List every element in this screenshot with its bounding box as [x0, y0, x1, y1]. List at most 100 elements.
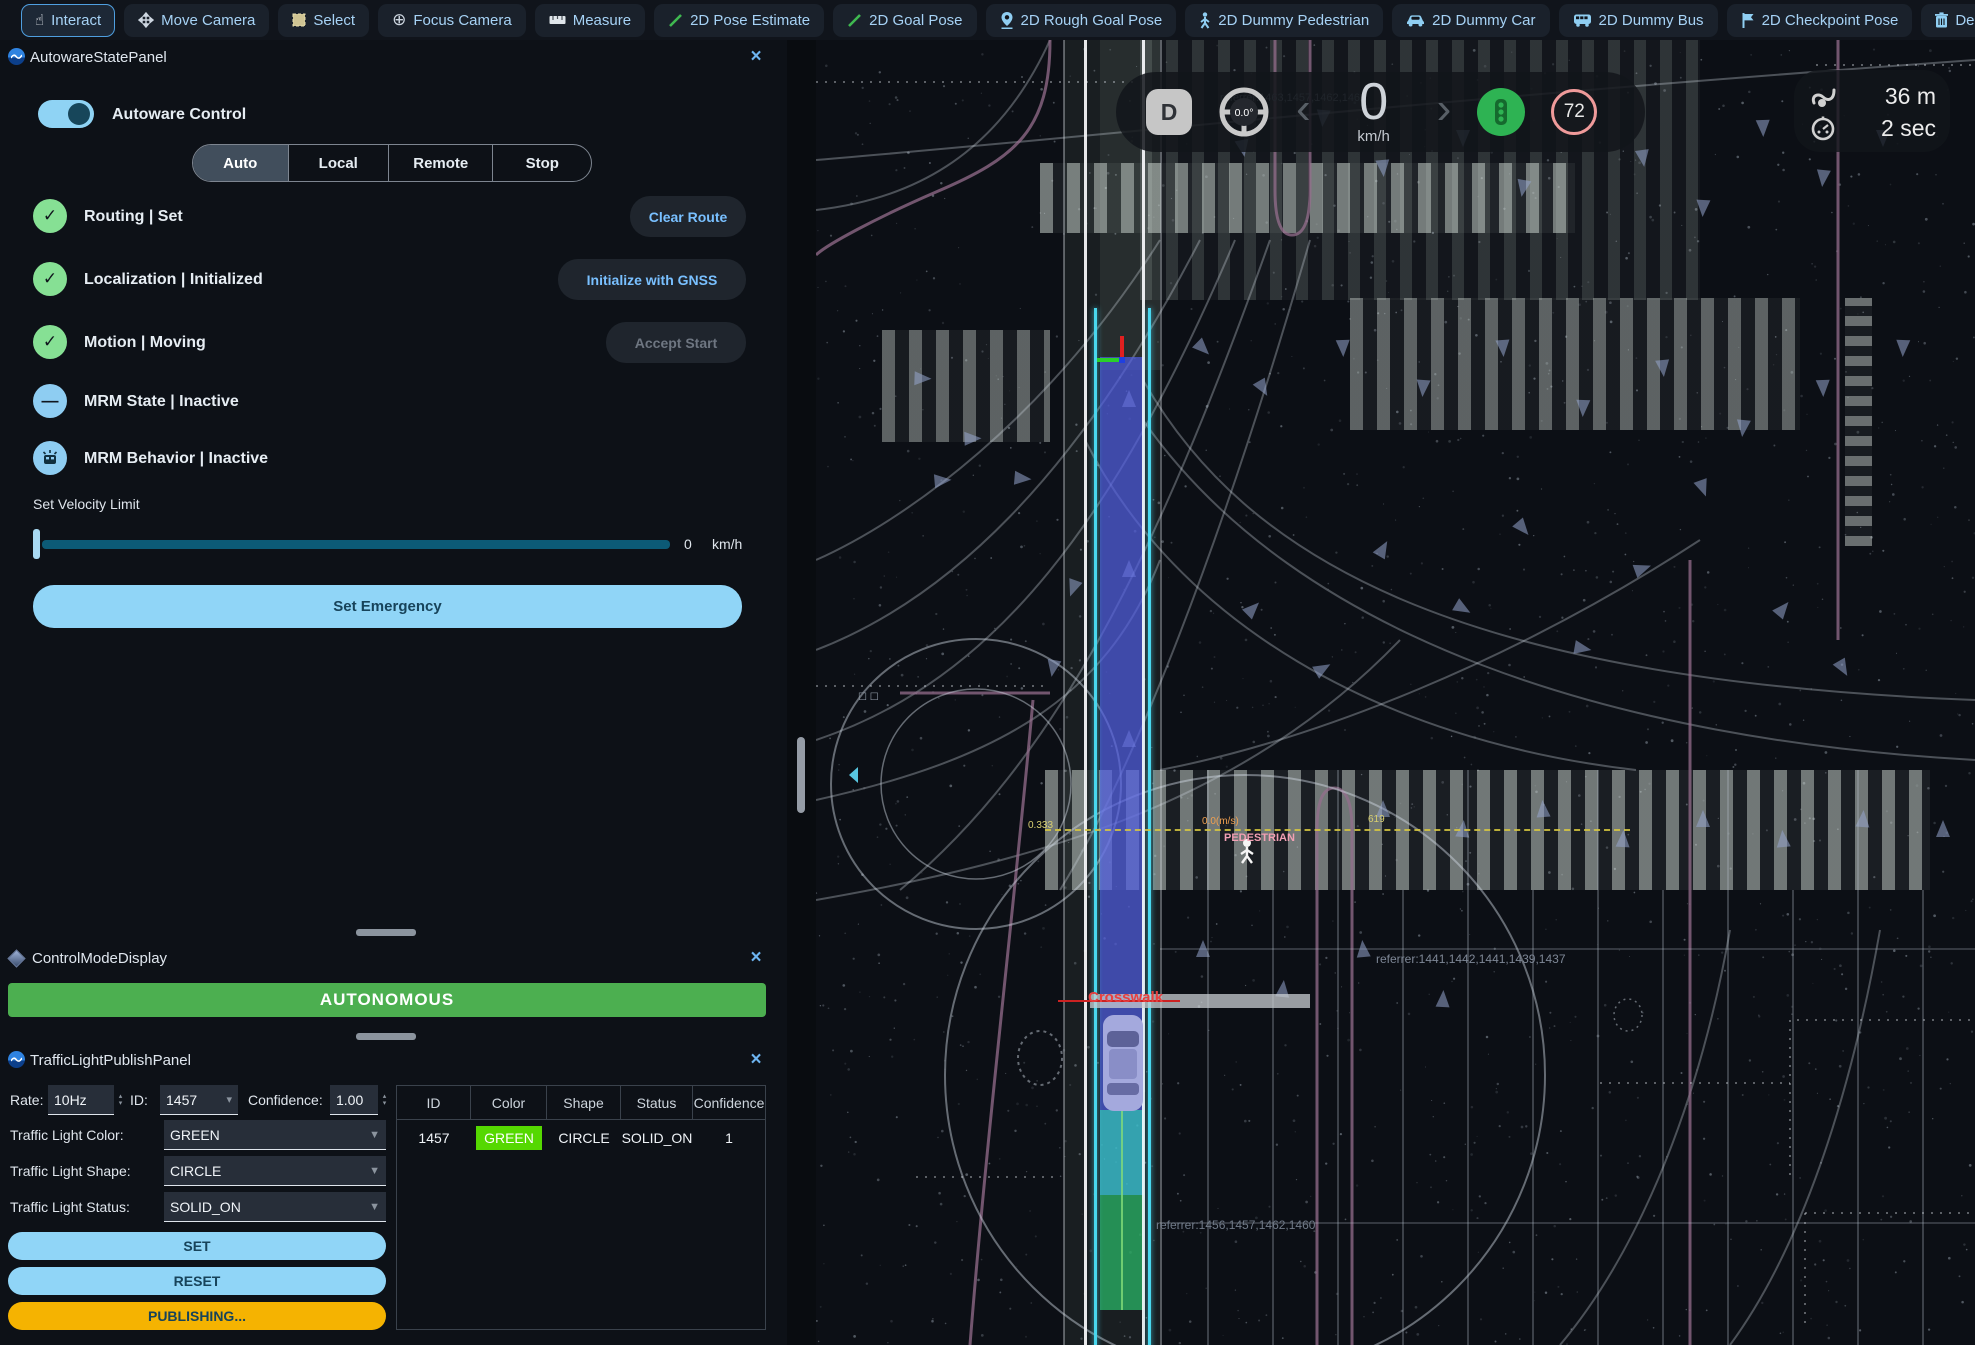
toolbar-button-label: Move Camera — [161, 12, 255, 29]
route-distance-icon — [1810, 84, 1838, 108]
trash-icon — [1935, 12, 1948, 28]
eta-value: 2 sec — [1881, 115, 1936, 142]
state-panel-close-icon[interactable]: × — [745, 46, 767, 68]
toolbar-button-2d-rough-goal-pose[interactable]: 2D Rough Goal Pose — [986, 4, 1177, 37]
initialize-gnss-button[interactable]: Initialize with GNSS — [558, 259, 746, 300]
pedestrian-tag: PEDESTRIAN — [1224, 832, 1295, 844]
interact-icon: ☝ — [35, 12, 44, 29]
bus-icon — [1573, 13, 1592, 27]
mrm-behavior-status-label: MRM Behavior | Inactive — [84, 450, 268, 468]
toolbar-button-label: 2D Dummy Pedestrian — [1218, 12, 1369, 29]
toolbar-button-2d-checkpoint-pose[interactable]: 2D Checkpoint Pose — [1727, 4, 1913, 37]
ped-right-number: 619 — [1368, 814, 1385, 825]
cell-id: 1457 — [397, 1130, 471, 1146]
toolbar-button-2d-dummy-bus[interactable]: 2D Dummy Bus — [1559, 4, 1718, 37]
distance-value: 36 m — [1885, 83, 1936, 110]
control-mode-close-icon[interactable]: × — [745, 947, 767, 969]
traffic-panel-close-icon[interactable]: × — [745, 1049, 767, 1071]
toolbar-button-2d-dummy-car[interactable]: 2D Dummy Car — [1392, 4, 1549, 37]
mode-tab-stop[interactable]: Stop — [493, 145, 591, 181]
traffic-table-header-id: ID — [397, 1086, 471, 1119]
toolbar-button-label: Delete All Objects — [1955, 12, 1975, 29]
traffic-table-header-status: Status — [621, 1086, 693, 1119]
toolbar-button-move-camera[interactable]: Move Camera — [124, 4, 269, 37]
ped-speed-label: 0.0(m/s) — [1202, 816, 1239, 827]
traffic-light-table: IDColorShapeStatusConfidence 1457 GREEN … — [396, 1085, 766, 1330]
gizmo-z-dot — [1119, 357, 1125, 363]
toolbar-button-delete-all-objects[interactable]: Delete All Objects — [1921, 4, 1975, 37]
toolbar-button-select[interactable]: Select — [278, 4, 369, 37]
panel-drag-handle[interactable] — [356, 929, 416, 936]
toolbar-button-2d-pose-estimate[interactable]: 2D Pose Estimate — [654, 4, 824, 37]
cell-confidence: 1 — [693, 1130, 765, 1146]
mode-tab-local[interactable]: Local — [289, 145, 390, 181]
clear-route-button[interactable]: Clear Route — [630, 196, 746, 237]
toggle-knob — [68, 103, 90, 125]
traffic-color-dropdown[interactable]: GREEN▼ — [164, 1120, 386, 1150]
pose-estimate-icon — [668, 13, 683, 28]
rate-spinner-arrows[interactable]: ▴▾ — [114, 1085, 127, 1115]
control-mode-panel-title: ControlModeDisplay — [32, 950, 167, 967]
toolbar-button-label: 2D Checkpoint Pose — [1762, 12, 1899, 29]
reset-button[interactable]: RESET — [8, 1267, 386, 1295]
speed-down-chevron-icon[interactable]: ‹ — [1296, 87, 1311, 131]
splitter-handle[interactable] — [797, 737, 805, 813]
cell-shape: CIRCLE — [547, 1130, 621, 1146]
lane-geometry — [816, 40, 1975, 1345]
velocity-slider-handle[interactable] — [33, 529, 40, 559]
autoware-logo-icon-2 — [8, 1051, 25, 1068]
autoware-control-label: Autoware Control — [112, 106, 246, 124]
map-viewport[interactable]: Crosswalk referrer:1463,1457,1462,1462 r… — [816, 40, 1975, 1345]
route-bound-cyan-right — [1148, 308, 1151, 1345]
traffic-table-row: 1457 GREEN CIRCLE SOLID_ON 1 — [397, 1120, 765, 1156]
traffic-table-header-confidence: Confidence — [693, 1086, 765, 1119]
velocity-slider-track[interactable] — [42, 540, 670, 549]
panel-splitter[interactable] — [787, 40, 816, 1345]
rate-spinner[interactable]: 10Hz — [48, 1085, 114, 1115]
route-centerline — [1121, 1110, 1123, 1310]
confidence-spinner[interactable]: 1.00 — [330, 1085, 378, 1115]
toolbar-button-2d-dummy-pedestrian[interactable]: 2D Dummy Pedestrian — [1185, 4, 1383, 37]
routing-status-label: Routing | Set — [84, 208, 183, 226]
confidence-label: Confidence: — [248, 1092, 323, 1108]
measure-icon — [549, 15, 566, 25]
velocity-limit-label: Set Velocity Limit — [33, 496, 140, 512]
cell-status: SOLID_ON — [621, 1130, 693, 1146]
publish-button[interactable]: PUBLISHING... — [8, 1302, 386, 1330]
control-mode-banner: AUTONOMOUS — [8, 983, 766, 1017]
state-panel-title: AutowareStatePanel — [30, 49, 167, 66]
toolbar-button-label: 2D Dummy Car — [1432, 12, 1535, 29]
set-emergency-button[interactable]: Set Emergency — [33, 585, 742, 628]
eta-timer-icon — [1810, 115, 1836, 141]
autoware-logo-icon — [8, 48, 25, 65]
traffic-status-dropdown[interactable]: SOLID_ON▼ — [164, 1192, 386, 1222]
id-combo[interactable]: 1457▾ — [160, 1085, 238, 1115]
speed-up-chevron-icon[interactable]: › — [1437, 87, 1452, 131]
toolbar-button-focus-camera[interactable]: ⊕Focus Camera — [378, 4, 526, 37]
confidence-spinner-arrows[interactable]: ▴▾ — [378, 1085, 391, 1115]
mrm-state-minus-icon: — — [33, 384, 67, 418]
traffic-shape-dropdown[interactable]: CIRCLE▼ — [164, 1156, 386, 1186]
toolbar-button-label: Focus Camera — [413, 12, 511, 29]
autoware-control-toggle[interactable] — [38, 100, 94, 128]
traffic-light-indicator — [1477, 88, 1525, 136]
left-panel: AutowareStatePanel × Autoware Control Au… — [0, 40, 787, 1345]
mode-tab-remote[interactable]: Remote — [389, 145, 493, 181]
set-button[interactable]: SET — [8, 1232, 386, 1260]
accept-start-button[interactable]: Accept Start — [606, 322, 746, 363]
velocity-value: 0 — [684, 536, 692, 552]
toolbar-button-2d-goal-pose[interactable]: 2D Goal Pose — [833, 4, 976, 37]
move-camera-icon — [138, 12, 154, 28]
panel-drag-handle-2[interactable] — [356, 1033, 416, 1040]
referrer-low-label: referrer:1456,1457,1462,1460 — [1156, 1218, 1315, 1232]
toolbar-button-interact[interactable]: ☝Interact — [21, 4, 115, 37]
route-bound-cyan-left — [1094, 308, 1097, 1345]
traffic-table-header-shape: Shape — [547, 1086, 621, 1119]
toolbar: ☝Interact Move Camera Select ⊕Focus Camera M… — [0, 0, 1975, 40]
lane-edge-left — [1063, 40, 1065, 1345]
velocity-unit: km/h — [712, 536, 742, 552]
mode-tab-auto[interactable]: Auto — [193, 145, 289, 181]
toolbar-button-label: 2D Goal Pose — [869, 12, 962, 29]
panel-collapse-arrow-icon[interactable] — [849, 767, 858, 783]
toolbar-button-measure[interactable]: Measure — [535, 4, 645, 37]
